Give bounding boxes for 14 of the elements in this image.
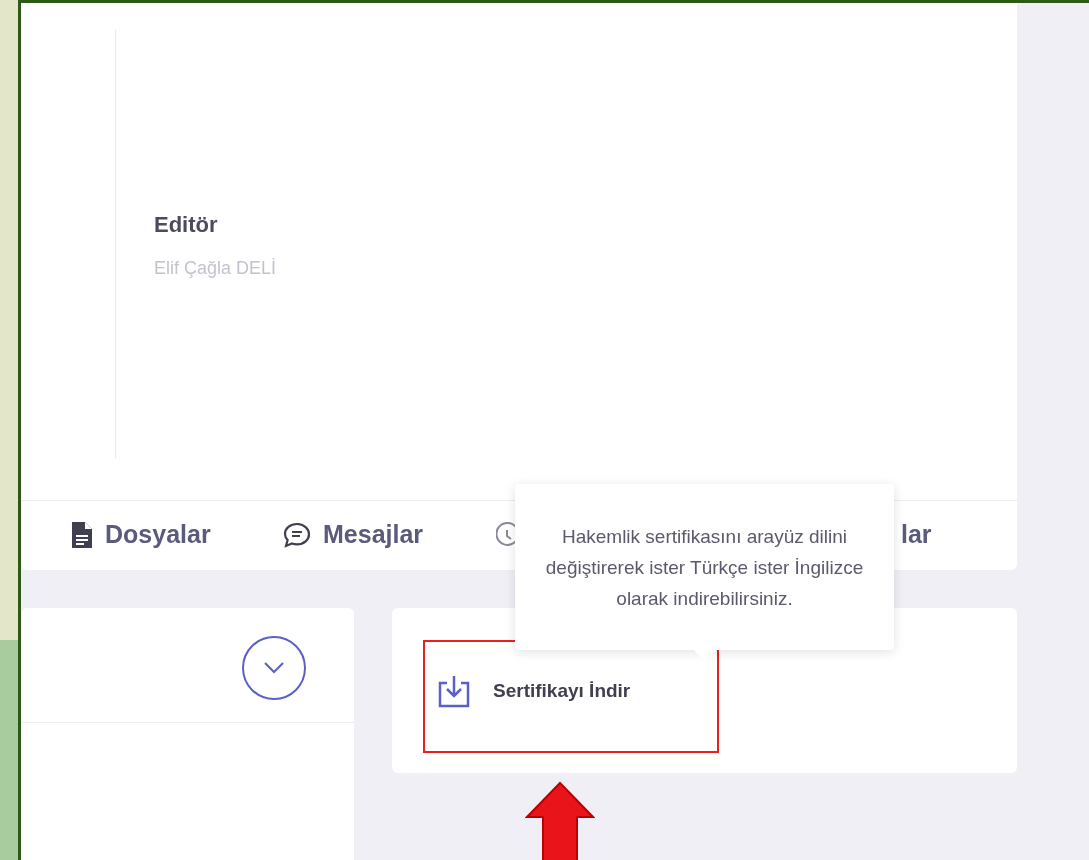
tooltip-text: Hakemlik sertifikasını arayüz dilini değiştirerek ister Türkçe ister İngilizce olarak indirebilirsiniz.	[545, 524, 864, 611]
clock-icon	[496, 521, 518, 549]
download-certificate-button[interactable]: Sertifikayı İndir	[437, 674, 631, 708]
editor-label: Editör	[154, 211, 218, 239]
tab[interactable]: lar	[901, 515, 932, 555]
document-icon	[71, 521, 93, 549]
tab[interactable]: Mesajlar	[283, 515, 424, 555]
editor-name: Elif Çağla DELİ	[154, 257, 277, 280]
tab[interactable]: Dosyalar	[71, 515, 211, 555]
download-icon	[437, 674, 471, 708]
arrow-icon	[525, 781, 595, 860]
chat-bubble-icon	[283, 522, 311, 548]
chevron-down-icon	[263, 661, 285, 675]
expand-button[interactable]	[242, 636, 306, 700]
